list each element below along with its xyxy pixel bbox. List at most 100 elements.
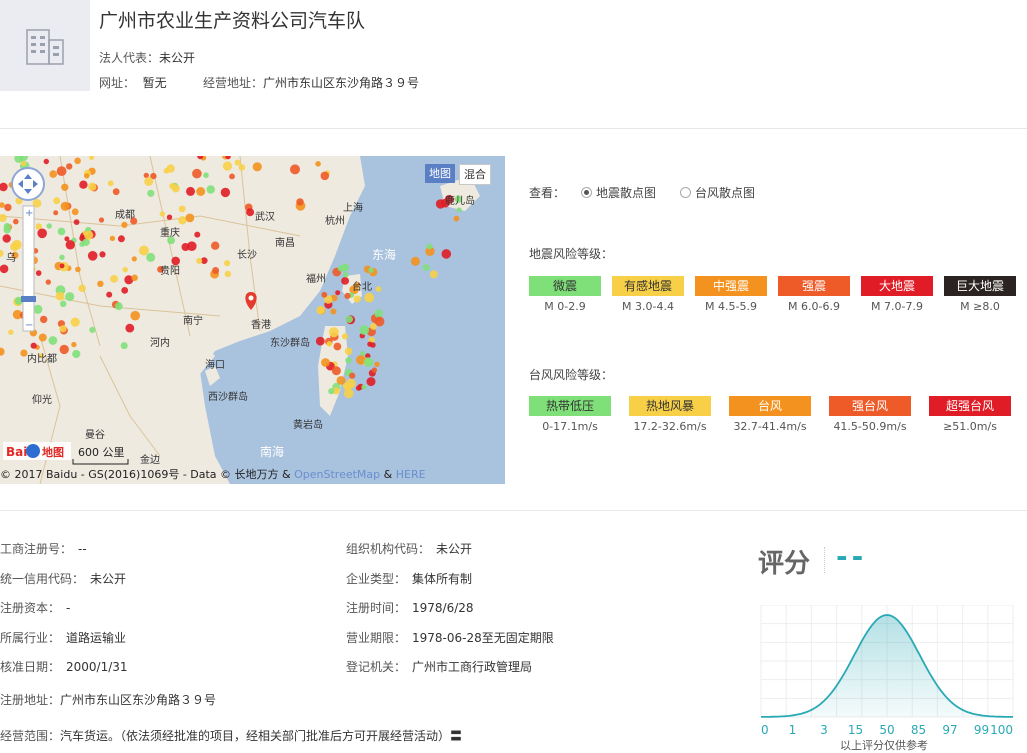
quake-dot <box>71 341 77 348</box>
map-city-label: 重庆 <box>160 226 180 239</box>
quake-dot <box>426 243 433 250</box>
risk-level-swatch: 超强台风 <box>929 396 1011 416</box>
quake-dot <box>456 207 462 213</box>
quake-dot <box>53 197 61 205</box>
quake-dot <box>125 323 135 333</box>
quake-dot <box>321 291 328 298</box>
quake-dot <box>59 263 65 269</box>
map-city-label: 贵阳 <box>160 264 180 277</box>
quake-dot <box>359 325 370 335</box>
risk-level-swatch: 热带低压 <box>529 396 611 416</box>
quake-dot <box>163 168 170 174</box>
score-tick-label: 99 <box>974 723 989 737</box>
quake-dot <box>74 157 81 165</box>
risk-level-range: M 6.0-6.9 <box>788 300 840 313</box>
quake-dot <box>375 286 382 292</box>
quake-dot <box>229 173 235 180</box>
quake-dot <box>341 333 349 340</box>
quake-dot <box>315 336 325 346</box>
quake-dot <box>13 218 19 225</box>
quake-dot <box>106 291 113 298</box>
quake-dot <box>328 327 339 338</box>
quake-dot <box>122 267 128 273</box>
quake-dot <box>53 210 59 216</box>
legal-rep: 法人代表：未公开 <box>99 51 196 65</box>
quake-dot <box>343 382 352 391</box>
quake-dot <box>75 266 81 273</box>
quake-dot <box>370 323 377 330</box>
quake-dot <box>146 252 156 262</box>
quake-dot <box>0 264 9 274</box>
quake-dot <box>8 329 14 335</box>
quake-dot <box>84 173 90 179</box>
quake-dot <box>410 256 420 266</box>
quake-dot <box>45 279 51 285</box>
quake-dot <box>147 189 155 197</box>
quake-dot <box>224 260 231 267</box>
map-type-button[interactable]: 地图 <box>425 164 455 183</box>
score-note: 以上评分仅供参考 <box>840 739 928 752</box>
quake-dot <box>345 315 353 323</box>
quake-dot <box>353 295 361 303</box>
quake-dot <box>203 172 209 178</box>
quake-dot <box>366 377 376 387</box>
quake-dot <box>71 208 79 216</box>
quake-dot <box>441 249 452 259</box>
risk-level-range: ≥51.0m/s <box>943 420 997 433</box>
building-icon <box>26 29 64 65</box>
svg-text:地图: 地图 <box>42 445 64 459</box>
quake-dot <box>78 284 86 292</box>
quake-dot <box>429 270 438 279</box>
quake-dot <box>206 185 215 194</box>
score-tick-label: 0 <box>761 723 769 737</box>
risk-level-swatch: 强震 <box>778 276 850 296</box>
risk-level-range: 0-17.1m/s <box>542 420 598 433</box>
map-city-label: 武汉 <box>255 210 275 223</box>
website: 网址： 暂无 <box>99 76 167 90</box>
map-city-label: 海口 <box>205 358 225 371</box>
hybrid-type-button[interactable]: 混合 <box>459 164 491 185</box>
quake-dot <box>178 205 186 213</box>
quake-dot <box>60 201 70 211</box>
quake-dot <box>344 347 353 356</box>
quake-dot <box>99 251 106 258</box>
map-city-label: 台北 <box>352 280 372 293</box>
quake-dot <box>453 215 460 222</box>
quake-dot <box>296 198 304 206</box>
map-city-label: 福州 <box>306 272 326 285</box>
quake-dot <box>171 184 180 193</box>
quake-dot <box>246 208 255 217</box>
quake-dot <box>43 158 49 165</box>
risk-level-swatch: 巨大地震 <box>944 276 1016 296</box>
quake-dot <box>159 211 165 217</box>
risk-level-range: M 4.5-5.9 <box>705 300 757 313</box>
quake-scatter-radio[interactable]: 地震散点图 <box>581 184 656 201</box>
radio-unchecked-icon <box>680 187 691 198</box>
business-term: 营业期限： 1978-06-28至无固定期限 <box>346 631 554 645</box>
map-city-label: 成都 <box>115 209 135 221</box>
quake-dot <box>361 384 367 390</box>
here-link[interactable]: HERE <box>396 468 426 481</box>
quake-dot <box>212 267 220 274</box>
quake-dot <box>59 344 69 355</box>
quake-dot <box>222 161 233 171</box>
company-name: 广州市农业生产资料公司汽车队 <box>99 10 366 32</box>
quake-dot <box>48 336 58 345</box>
quake-dot <box>328 388 335 395</box>
osm-link[interactable]: OpenStreetMap <box>294 468 380 481</box>
typhoon-scatter-radio[interactable]: 台风散点图 <box>680 184 755 201</box>
svg-text:−: − <box>25 320 33 331</box>
risk-level-range: M ≥8.0 <box>960 300 1000 313</box>
quake-dot <box>121 221 128 228</box>
view-label: 查看： <box>529 186 566 200</box>
quake-dot <box>112 188 120 196</box>
quake-dot <box>66 163 73 170</box>
quake-dot <box>30 342 37 349</box>
map-canvas[interactable]: 武汉 杭州上海重庆 成都南昌贵阳 长沙福州台北南宁 香港河内海口 内比都仰光曼谷金边 东海南… <box>0 156 505 484</box>
risk-map[interactable]: 武汉 杭州 上海 重庆 成都 南昌 贵阳 长沙 福州 台北 南宁 香港 河内 海口 内比都 仰光 曼谷 金边 东海南… <box>0 156 505 484</box>
quake-dot <box>59 254 65 260</box>
map-city-label: 仰光 <box>32 393 52 406</box>
quake-dot <box>107 180 114 187</box>
quake-dot <box>109 235 116 242</box>
quake-dot <box>341 263 350 272</box>
